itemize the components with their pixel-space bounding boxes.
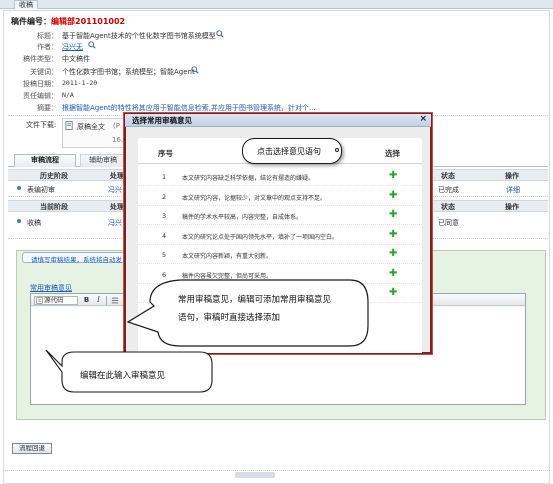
opinion-row: 4 本文的研究论点处于国内领先水平，填补了一项国内空白。 ✚ — [138, 226, 422, 245]
opinion-text: 本文研究内容新颖，有重大创新。 — [182, 253, 273, 260]
plus-icon[interactable]: ✚ — [389, 229, 397, 240]
manuscript-id-label: 稿件编号： — [11, 17, 51, 26]
history-detail-link[interactable]: 详细 — [506, 185, 520, 195]
callout-common-line1: 常用审稿意见，编辑可添加常用审稿意见 — [178, 295, 332, 305]
bullet-icon — [17, 219, 21, 223]
type-value: 中文稿件 — [62, 55, 90, 63]
current-status: 已同意 — [438, 219, 459, 227]
manuscript-id-row: 稿件编号：编辑部201101002 — [11, 16, 131, 27]
plus-icon[interactable]: ✚ — [389, 171, 397, 181]
plus-icon[interactable]: ✚ — [389, 288, 397, 298]
abstract-label: 摘要： — [37, 104, 58, 112]
col-select-header: 选择 — [385, 149, 400, 158]
callout-click-select-text: 点击选择意见语句 — [257, 147, 321, 156]
opinion-text: 本文的研究论点处于国内领先水平，填补了一项国内空白。 — [182, 233, 339, 241]
history-op-header: 操作 — [505, 172, 519, 180]
type-label: 稿件类型： — [23, 55, 58, 63]
current-op-header: 操作 — [505, 203, 519, 211]
callout-editor-text: 编辑在此输入审稿意见 — [80, 371, 166, 381]
file-extra: (P — [113, 122, 120, 130]
opinion-row: 3 稿件的学术水平较高，内容完整，自成体系。 ✚ — [138, 206, 422, 225]
search-icon[interactable] — [191, 66, 199, 74]
current-status-header: 状态 — [441, 203, 455, 211]
hint-text: 请填写审稿结果，系统将自动发 — [31, 256, 122, 264]
opinion-text: 稿件的学术水平较高，内容完整，自成体系。 — [182, 214, 303, 221]
opinion-no: 1 — [162, 173, 167, 181]
callout-common-line2: 语句，审稿时直接选择添加 — [178, 313, 281, 323]
plus-icon[interactable]: ✚ — [389, 249, 397, 259]
date-label: 投稿日期： — [23, 80, 58, 88]
plus-icon[interactable]: ✚ — [389, 190, 397, 201]
manuscript-id-value: 编辑部201101002 — [51, 17, 126, 26]
opinion-row: 1 本文研究内容缺乏科学依据，结论有摆造的嫌疑。 ✚ — [138, 167, 422, 186]
tab-assist-review[interactable]: 辅助审稿 — [80, 154, 126, 167]
current-stage-header: 当前阶段 — [40, 203, 68, 211]
opinion-row: 2 本文研究内容，论据较少，对文章中的观点支持不足。 ✚ — [138, 187, 422, 206]
plus-icon[interactable]: ✚ — [389, 210, 397, 220]
history-handler-header: 处理 — [110, 172, 124, 180]
bullet-icon — [17, 186, 21, 190]
source-code-icon — [36, 297, 43, 304]
opinion-text: 本文研究内容，论据较少，对文章中的观点支持不足。 — [182, 194, 327, 202]
history-stage-header: 历史阶段 — [40, 172, 68, 180]
date-value: 2011-1-20 — [62, 79, 98, 87]
opinion-text: 本文研究内容缺乏科学依据，结论有摆造的嫌疑。 — [182, 175, 315, 182]
title-label: 标题： — [37, 32, 58, 40]
plus-icon[interactable]: ✚ — [389, 268, 397, 279]
current-handler[interactable]: 冯兴 — [108, 218, 122, 228]
tab-receive[interactable]: 收稿 — [14, 0, 38, 9]
source-code-label: 源代码 — [44, 296, 64, 304]
common-opinions-link[interactable]: 常用审稿意见 — [30, 283, 72, 293]
footer-divider — [3, 470, 550, 471]
scroll-thumb[interactable] — [235, 472, 275, 478]
keywords-label: 关键词： — [30, 68, 58, 76]
close-icon[interactable]: × — [419, 114, 427, 125]
files-label: 文件下载: — [26, 121, 57, 129]
toolbar-divider — [106, 296, 107, 305]
author-label: 作者： — [37, 43, 58, 51]
opinion-no: 2 — [162, 192, 167, 201]
opinion-no: 3 — [162, 212, 167, 220]
history-status-header: 状态 — [441, 172, 455, 180]
col-no-header: 序号 — [158, 149, 173, 158]
current-stage: 收稿 — [27, 219, 41, 227]
history-stage: 表编初审 — [27, 186, 55, 194]
title-value: 基于智能Agent技术的个性化数字图书馆系统模型 — [62, 32, 216, 40]
italic-button[interactable]: I — [94, 296, 103, 305]
search-icon[interactable] — [88, 41, 96, 49]
opinion-no: 4 — [162, 231, 167, 240]
callout-common-text: 常用审稿意见，编辑可添加常用审稿意见 语句，审稿时直接选择添加 — [178, 291, 378, 327]
tab-review-process[interactable]: 审稿流程 — [14, 154, 76, 167]
search-icon[interactable] — [216, 30, 224, 38]
return-flow-button[interactable]: 流程回退 — [12, 443, 52, 454]
opinion-no: 5 — [162, 251, 167, 259]
dialog-title: 选择常用审稿意见 — [125, 114, 431, 127]
history-handler[interactable]: 冯兴 — [108, 185, 122, 195]
file-name[interactable]: 原稿全文 — [77, 122, 105, 132]
editor-label: 责任编辑： — [23, 92, 58, 100]
history-status: 已完成 — [438, 186, 459, 194]
top-tab-bar — [0, 0, 553, 9]
author-link[interactable]: 冯兴无 — [62, 42, 83, 52]
current-handler-header: 处理 — [110, 203, 124, 211]
editor-value: N/A — [62, 91, 74, 99]
file-size: 16. — [112, 136, 124, 144]
keywords-value: 个性化数字图书馆；系统模型；智能Agent — [62, 68, 195, 76]
callout-dot — [335, 148, 339, 152]
bold-button[interactable]: B — [82, 296, 91, 305]
document-icon — [65, 121, 73, 130]
